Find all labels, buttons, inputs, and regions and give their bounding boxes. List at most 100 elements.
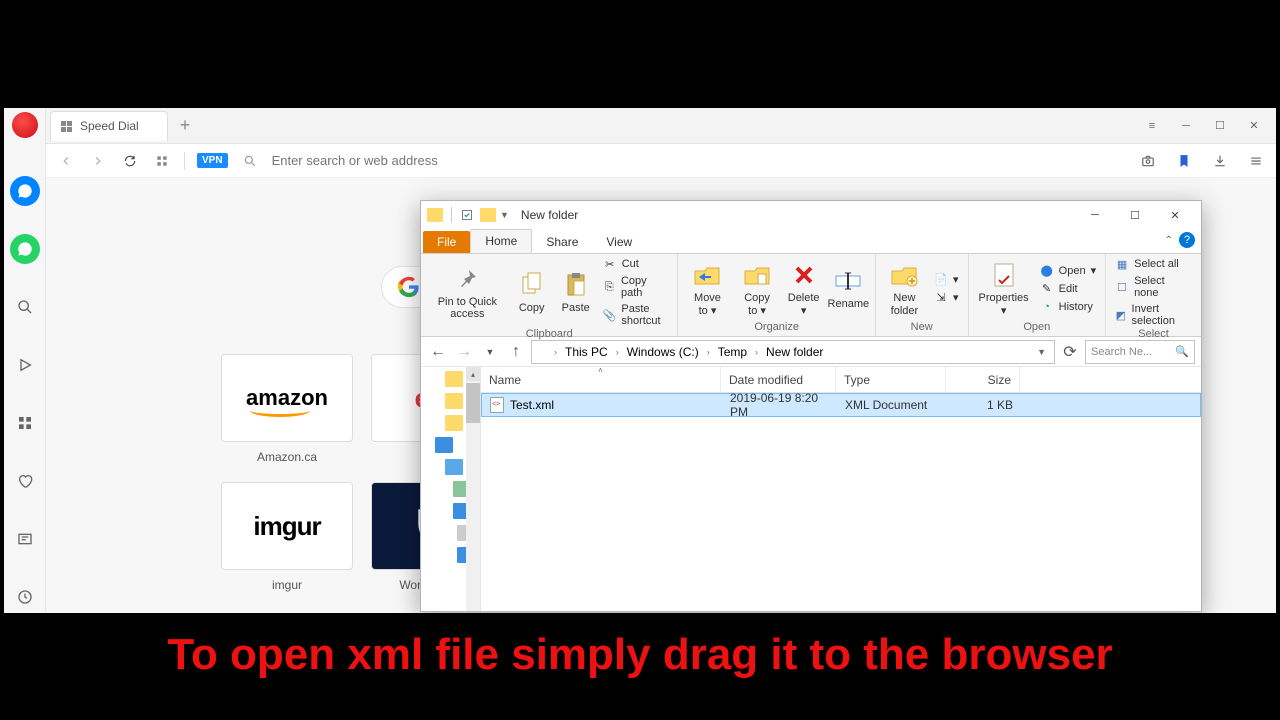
easy-access-button[interactable]: ⇲▾ [931,290,962,306]
edit-button[interactable]: ✎Edit [1037,281,1099,297]
qat-dropdown-icon[interactable]: ▼ [500,210,509,220]
open-icon: ⬤ [1040,264,1054,278]
properties-button[interactable]: Properties ▾ [975,258,1033,318]
qat-newfolder-icon[interactable] [480,208,496,222]
breadcrumb-bar[interactable]: › This PC› Windows (C:)› Temp› New folde… [531,340,1055,364]
forward-button[interactable] [88,151,108,171]
copy-path-button[interactable]: ⎘Copy path [600,274,672,300]
opera-menu-icon[interactable]: ≡ [1138,116,1166,136]
close-button[interactable]: ✕ [1240,116,1268,136]
qat-properties-icon[interactable] [460,208,474,222]
file-row[interactable]: Test.xml 2019-06-19 8:20 PM XML Document… [481,393,1201,417]
back-button[interactable] [56,151,76,171]
snapshot-icon[interactable] [1138,151,1158,171]
maximize-button[interactable]: ☐ [1206,116,1234,136]
pin-to-quick-access-button[interactable]: Pin to Quick access [427,262,508,322]
nav-item[interactable] [453,503,467,519]
nav-item[interactable] [453,481,467,497]
help-icon[interactable]: ? [1179,232,1195,248]
column-date[interactable]: Date modified [721,367,836,392]
easy-setup-icon[interactable] [1246,151,1266,171]
messenger-icon[interactable] [10,176,40,206]
column-name[interactable]: Name˄ [481,367,721,392]
close-button[interactable]: ✕ [1155,201,1195,229]
tab-share[interactable]: Share [532,231,592,253]
breadcrumb-segment[interactable]: New folder [762,345,827,359]
nav-recent-dropdown[interactable]: ▼ [479,341,501,363]
history-icon[interactable] [10,582,40,612]
column-size[interactable]: Size [946,367,1020,392]
file-size: 1 KB [947,398,1021,412]
nav-thispc-item[interactable] [435,437,453,453]
tab-speed-dial[interactable]: Speed Dial [50,111,168,141]
history-button[interactable]: ◔History [1037,299,1099,315]
nav-folder-item[interactable] [445,415,463,431]
apps-icon[interactable] [10,408,40,438]
open-button[interactable]: ⬤Open ▾ [1037,263,1099,279]
tiles-icon[interactable] [152,151,172,171]
navigation-pane[interactable]: ▴ [421,367,481,611]
nav-up-button[interactable]: ↑ [505,341,527,363]
maximize-button[interactable]: ☐ [1115,201,1155,229]
new-item-button[interactable]: 📄▾ [931,272,962,288]
group-label: Organize [684,321,868,335]
new-item-icon: 📄 [934,273,948,287]
minimize-button[interactable]: ─ [1172,116,1200,136]
search-icon[interactable] [10,292,40,322]
move-to-icon [692,260,722,290]
refresh-button[interactable]: ⟳ [1059,341,1081,363]
delete-button[interactable]: Delete ▾ [784,258,824,318]
nav-folder-item[interactable] [445,371,463,387]
invert-selection-button[interactable]: ◩Invert selection [1112,302,1195,328]
tile-amazon[interactable]: amazon Amazon.ca [221,354,353,464]
bookmark-icon[interactable] [1174,151,1194,171]
tile-imgur[interactable]: imgur imgur [221,482,353,592]
breadcrumb-row: ← → ▼ ↑ › This PC› Windows (C:)› Temp› N… [421,337,1201,367]
nav-forward-button[interactable]: → [453,341,475,363]
news-icon[interactable] [10,524,40,554]
cut-button[interactable]: ✂Cut [600,256,672,272]
select-all-button[interactable]: ▦Select all [1112,256,1195,272]
explorer-titlebar[interactable]: ▼ New folder ─ ☐ ✕ [421,201,1201,229]
play-icon[interactable] [10,350,40,380]
paste-icon [561,270,591,300]
rename-icon [833,266,863,296]
copy-button[interactable]: Copy [512,268,552,316]
delete-icon [789,260,819,290]
nav-drive-item[interactable] [445,459,463,475]
downloads-icon[interactable] [1210,151,1230,171]
scroll-thumb[interactable] [466,383,480,423]
rename-button[interactable]: Rename [828,264,869,312]
search-box[interactable]: Search Ne... 🔍 [1085,340,1195,364]
nav-back-button[interactable]: ← [427,341,449,363]
address-input[interactable] [272,153,1126,168]
heart-icon[interactable] [10,466,40,496]
new-folder-button[interactable]: New folder [882,258,927,318]
paste-button[interactable]: Paste [556,268,596,316]
breadcrumb-segment[interactable]: This PC [561,345,612,359]
tab-view[interactable]: View [592,231,646,253]
vpn-badge[interactable]: VPN [197,153,228,168]
copy-to-button[interactable]: Copy to ▾ [735,258,780,318]
paste-shortcut-button[interactable]: 📎Paste shortcut [600,302,672,328]
opera-logo-icon[interactable] [12,112,38,138]
group-label: New [882,321,962,335]
whatsapp-icon[interactable] [10,234,40,264]
select-none-button[interactable]: ☐Select none [1112,274,1195,300]
scroll-up-icon[interactable]: ▴ [466,367,480,381]
speed-dial-icon [61,121,72,132]
collapse-ribbon-icon[interactable]: ⌃ [1165,235,1173,246]
column-type[interactable]: Type [836,367,946,392]
new-tab-button[interactable]: + [180,115,191,136]
reload-button[interactable] [120,151,140,171]
nav-scrollbar[interactable]: ▴ [466,367,480,611]
minimize-button[interactable]: ─ [1075,201,1115,229]
sort-ascending-icon: ˄ [598,367,603,375]
move-to-button[interactable]: Move to ▾ [684,258,730,318]
tab-bar: Speed Dial + ≡ ─ ☐ ✕ [46,108,1276,144]
tab-home[interactable]: Home [470,229,532,253]
tab-file[interactable]: File [423,231,470,253]
nav-folder-item[interactable] [445,393,463,409]
breadcrumb-segment[interactable]: Temp [714,345,751,359]
breadcrumb-segment[interactable]: Windows (C:) [623,345,703,359]
